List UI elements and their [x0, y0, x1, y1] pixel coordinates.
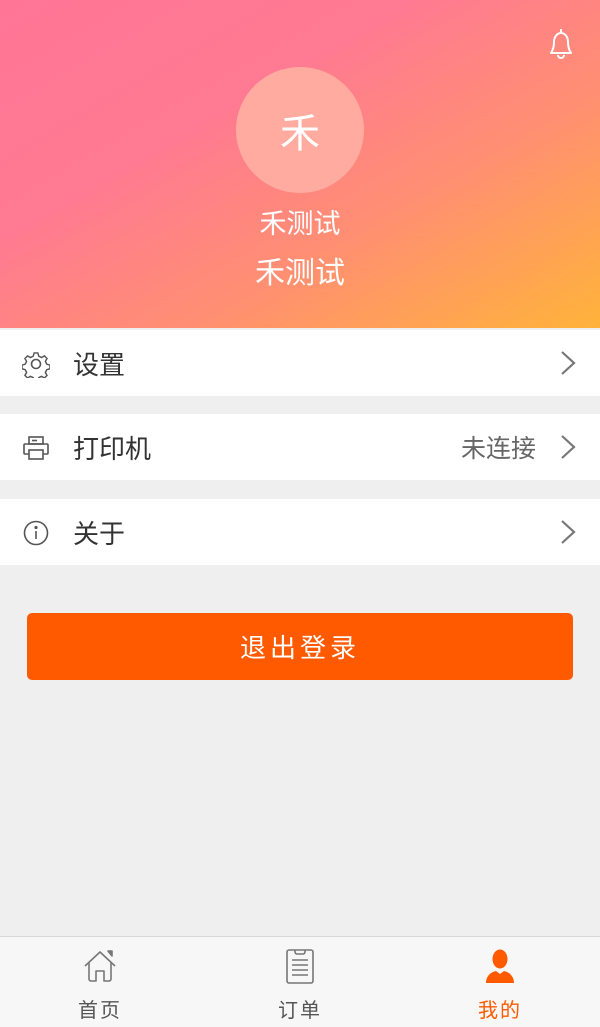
user-name: 禾测试: [259, 209, 341, 240]
chevron-right-icon: [561, 435, 576, 459]
chevron-right-icon: [561, 520, 576, 544]
menu-item-printer[interactable]: 打印机 未连接: [0, 414, 600, 480]
logout-button[interactable]: 退出登录: [27, 613, 573, 680]
menu-item-about[interactable]: 关于: [0, 499, 600, 565]
menu-label-printer: 打印机: [73, 434, 152, 465]
chevron-right-icon: [561, 351, 576, 375]
user-icon: [486, 949, 514, 983]
tab-label-mine: 我的: [478, 998, 522, 1022]
info-icon: [23, 520, 49, 546]
tab-mine[interactable]: 我的: [400, 937, 600, 1027]
menu-label-settings: 设置: [73, 350, 126, 381]
printer-status: 未连接: [460, 434, 536, 463]
profile-header: 禾 禾测试 禾测试: [0, 0, 600, 328]
avatar[interactable]: 禾: [236, 67, 364, 193]
gear-icon: [22, 352, 50, 378]
bell-icon[interactable]: [545, 26, 577, 62]
bottom-tab-bar: 首页 订单 我的: [0, 936, 600, 1027]
tab-label-orders: 订单: [278, 998, 322, 1022]
printer-icon: [23, 436, 49, 460]
tab-home[interactable]: 首页: [0, 937, 200, 1027]
menu-label-about: 关于: [73, 519, 126, 550]
tab-orders[interactable]: 订单: [200, 937, 400, 1027]
home-icon: [84, 950, 116, 982]
order-list-icon: [286, 949, 314, 984]
tab-label-home: 首页: [78, 998, 122, 1022]
user-nickname: 禾测试: [255, 256, 345, 291]
menu-item-settings[interactable]: 设置: [0, 330, 600, 396]
